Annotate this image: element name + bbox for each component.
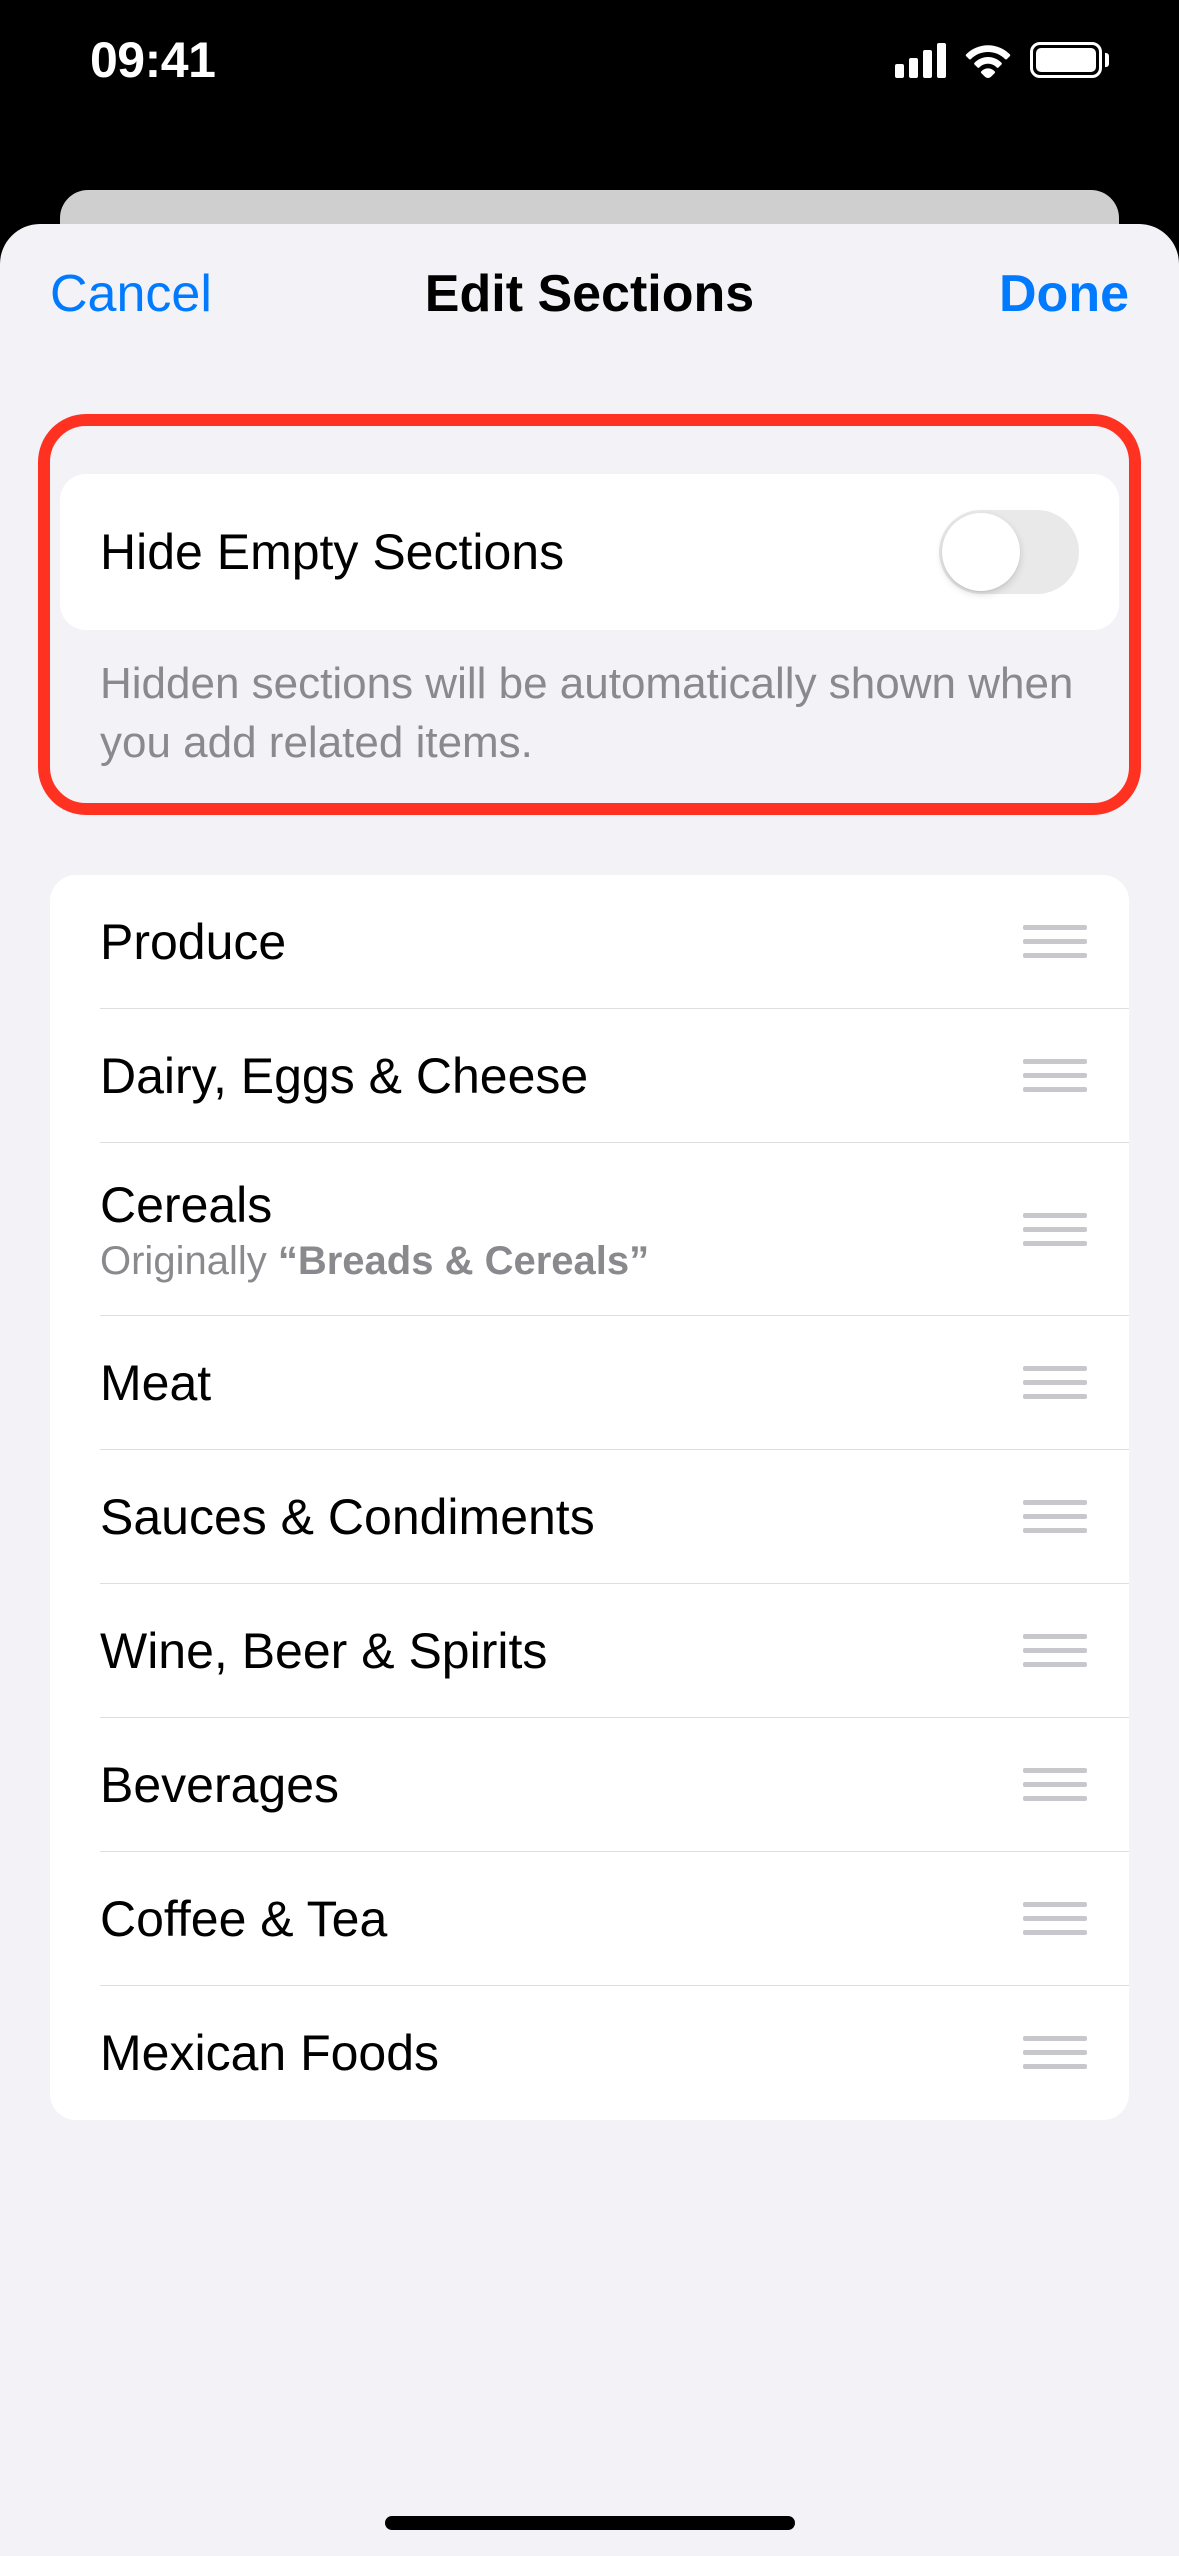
toggle-footer-text: Hidden sections will be automatically sh…	[60, 630, 1119, 783]
cancel-button[interactable]: Cancel	[50, 264, 320, 324]
section-label: Produce	[100, 912, 286, 972]
nav-bar: Cancel Edit Sections Done	[0, 224, 1179, 354]
section-label: Wine, Beer & Spirits	[100, 1621, 547, 1681]
drag-handle-icon[interactable]	[1023, 1624, 1087, 1677]
list-item[interactable]: Dairy, Eggs & Cheese	[50, 1009, 1129, 1143]
list-item[interactable]: Produce	[50, 875, 1129, 1009]
hide-empty-sections-row: Hide Empty Sections	[60, 474, 1119, 630]
battery-icon	[1030, 42, 1109, 78]
sections-list: Produce Dairy, Eggs & Cheese Cereals Ori…	[50, 875, 1129, 2120]
section-sublabel: Originally “Breads & Cereals”	[100, 1239, 649, 1284]
cellular-icon	[895, 43, 946, 78]
section-label: Mexican Foods	[100, 2023, 439, 2083]
section-label: Sauces & Condiments	[100, 1487, 595, 1547]
drag-handle-icon[interactable]	[1023, 1758, 1087, 1811]
hide-empty-sections-toggle[interactable]	[939, 510, 1079, 594]
modal-sheet: Cancel Edit Sections Done Hide Empty Sec…	[0, 224, 1179, 2556]
section-label: Beverages	[100, 1755, 339, 1815]
drag-handle-icon[interactable]	[1023, 1892, 1087, 1945]
list-item[interactable]: Coffee & Tea	[50, 1852, 1129, 1986]
highlighted-section: Hide Empty Sections Hidden sections will…	[38, 414, 1141, 815]
section-label: Meat	[100, 1353, 211, 1413]
page-title: Edit Sections	[320, 264, 860, 324]
drag-handle-icon[interactable]	[1023, 1356, 1087, 1409]
status-time: 09:41	[90, 31, 215, 89]
list-item[interactable]: Beverages	[50, 1718, 1129, 1852]
list-item[interactable]: Mexican Foods	[50, 1986, 1129, 2120]
toggle-label: Hide Empty Sections	[100, 523, 564, 581]
list-item[interactable]: Sauces & Condiments	[50, 1450, 1129, 1584]
section-label: Cereals	[100, 1175, 649, 1235]
drag-handle-icon[interactable]	[1023, 1203, 1087, 1256]
status-bar: 09:41	[0, 0, 1179, 120]
switch-knob	[942, 513, 1020, 591]
status-indicators	[895, 42, 1109, 78]
drag-handle-icon[interactable]	[1023, 1490, 1087, 1543]
section-label: Coffee & Tea	[100, 1889, 387, 1949]
drag-handle-icon[interactable]	[1023, 1049, 1087, 1102]
list-item[interactable]: Wine, Beer & Spirits	[50, 1584, 1129, 1718]
wifi-icon	[964, 42, 1012, 78]
section-label: Dairy, Eggs & Cheese	[100, 1046, 588, 1106]
drag-handle-icon[interactable]	[1023, 2026, 1087, 2079]
done-button[interactable]: Done	[859, 264, 1129, 324]
home-indicator[interactable]	[385, 2516, 795, 2530]
list-item[interactable]: Meat	[50, 1316, 1129, 1450]
list-item[interactable]: Cereals Originally “Breads & Cereals”	[50, 1143, 1129, 1316]
drag-handle-icon[interactable]	[1023, 915, 1087, 968]
